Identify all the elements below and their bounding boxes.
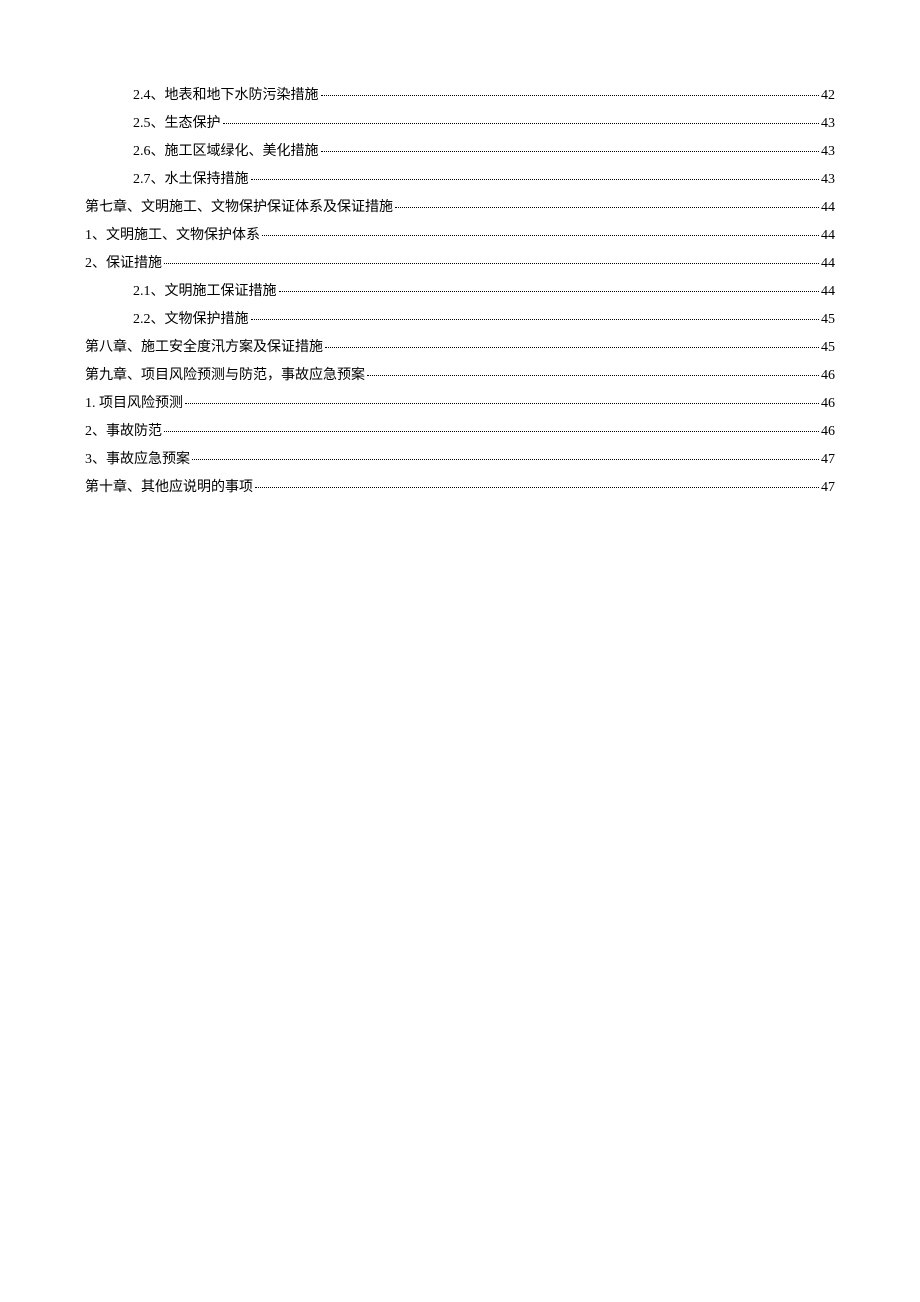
toc-entry-page: 46 bbox=[821, 365, 835, 386]
toc-leader-dots bbox=[255, 487, 819, 488]
toc-entry: 2.2、文物保护措施 45 bbox=[133, 309, 835, 330]
toc-entry: 第九章、项目风险预测与防范，事故应急预案 46 bbox=[85, 365, 835, 386]
toc-leader-dots bbox=[192, 459, 819, 460]
toc-entry-page: 46 bbox=[821, 393, 835, 414]
toc-leader-dots bbox=[164, 263, 819, 264]
toc-entry: 2.7、水土保持措施 43 bbox=[133, 169, 835, 190]
toc-entry-label: 2、保证措施 bbox=[85, 253, 162, 274]
toc-entry-label: 第九章、项目风险预测与防范，事故应急预案 bbox=[85, 365, 365, 386]
toc-entry-label: 1、文明施工、文物保护体系 bbox=[85, 225, 260, 246]
toc-leader-dots bbox=[279, 291, 820, 292]
toc-entry-page: 43 bbox=[821, 141, 835, 162]
toc-entry: 2.4、地表和地下水防污染措施 42 bbox=[133, 85, 835, 106]
toc-entry-page: 44 bbox=[821, 197, 835, 218]
toc-entry: 1、文明施工、文物保护体系 44 bbox=[85, 225, 835, 246]
toc-entry-page: 46 bbox=[821, 421, 835, 442]
toc-entry: 2、保证措施 44 bbox=[85, 253, 835, 274]
toc-leader-dots bbox=[164, 431, 819, 432]
toc-entry: 1. 项目风险预测 46 bbox=[85, 393, 835, 414]
toc-entry-label: 1. 项目风险预测 bbox=[85, 393, 183, 414]
toc-leader-dots bbox=[185, 403, 819, 404]
toc-entry: 2.1、文明施工保证措施 44 bbox=[133, 281, 835, 302]
toc-leader-dots bbox=[223, 123, 820, 124]
toc-entry-label: 2.5、生态保护 bbox=[133, 113, 221, 134]
table-of-contents: 2.4、地表和地下水防污染措施422.5、生态保护432.6、施工区域绿化、美化… bbox=[85, 85, 835, 498]
toc-entry: 3、事故应急预案 47 bbox=[85, 449, 835, 470]
toc-entry-page: 42 bbox=[821, 85, 835, 106]
toc-entry-page: 43 bbox=[821, 113, 835, 134]
toc-entry-label: 2.1、文明施工保证措施 bbox=[133, 281, 277, 302]
toc-entry-page: 45 bbox=[821, 309, 835, 330]
toc-entry: 第十章、其他应说明的事项 47 bbox=[85, 477, 835, 498]
toc-entry-page: 43 bbox=[821, 169, 835, 190]
toc-entry-page: 45 bbox=[821, 337, 835, 358]
toc-entry-label: 3、事故应急预案 bbox=[85, 449, 190, 470]
toc-entry: 2.5、生态保护 43 bbox=[133, 113, 835, 134]
toc-entry-page: 47 bbox=[821, 477, 835, 498]
toc-leader-dots bbox=[251, 179, 820, 180]
toc-entry-label: 2.6、施工区域绿化、美化措施 bbox=[133, 141, 319, 162]
toc-leader-dots bbox=[395, 207, 819, 208]
toc-leader-dots bbox=[367, 375, 819, 376]
toc-entry-label: 2.7、水土保持措施 bbox=[133, 169, 249, 190]
toc-entry: 2、事故防范 46 bbox=[85, 421, 835, 442]
toc-entry: 第八章、施工安全度汛方案及保证措施 45 bbox=[85, 337, 835, 358]
toc-entry-page: 44 bbox=[821, 281, 835, 302]
toc-entry-label: 2.2、文物保护措施 bbox=[133, 309, 249, 330]
toc-leader-dots bbox=[321, 151, 820, 152]
toc-entry-label: 2.4、地表和地下水防污染措施 bbox=[133, 85, 319, 106]
toc-entry-label: 第七章、文明施工、文物保护保证体系及保证措施 bbox=[85, 197, 393, 218]
toc-entry-page: 47 bbox=[821, 449, 835, 470]
toc-leader-dots bbox=[325, 347, 819, 348]
toc-entry-label: 第十章、其他应说明的事项 bbox=[85, 477, 253, 498]
toc-entry-label: 2、事故防范 bbox=[85, 421, 162, 442]
toc-entry: 第七章、文明施工、文物保护保证体系及保证措施 44 bbox=[85, 197, 835, 218]
toc-entry-page: 44 bbox=[821, 253, 835, 274]
toc-leader-dots bbox=[262, 235, 819, 236]
toc-leader-dots bbox=[251, 319, 820, 320]
toc-leader-dots bbox=[321, 95, 820, 96]
toc-entry: 2.6、施工区域绿化、美化措施 43 bbox=[133, 141, 835, 162]
toc-entry-label: 第八章、施工安全度汛方案及保证措施 bbox=[85, 337, 323, 358]
toc-entry-page: 44 bbox=[821, 225, 835, 246]
